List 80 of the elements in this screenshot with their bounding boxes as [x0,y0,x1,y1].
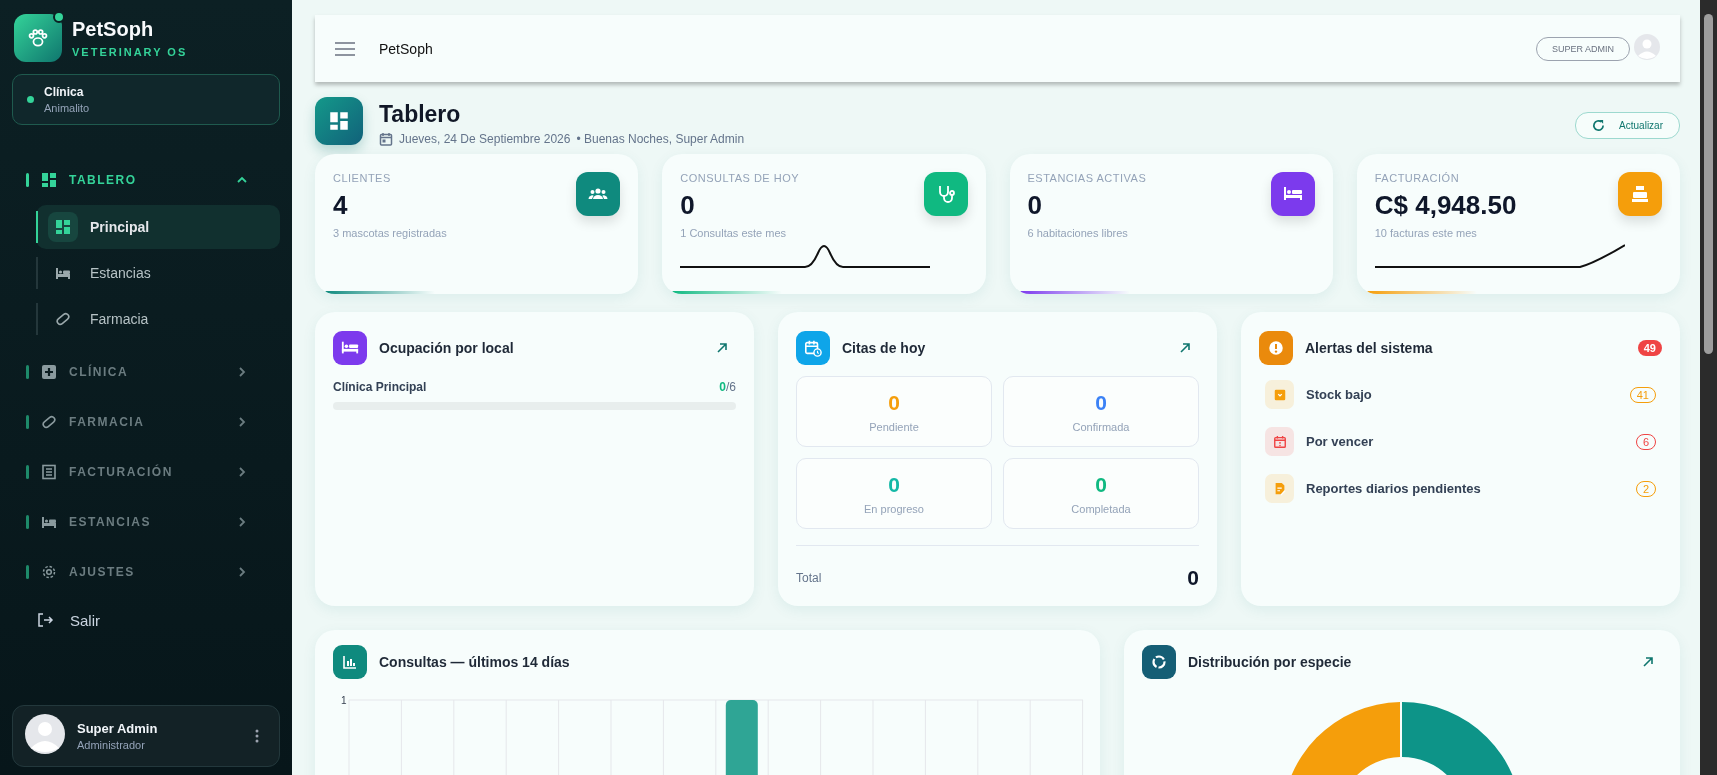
nav-item[interactable]: Farmacia [36,297,280,341]
occupancy-count: 0/6 [719,380,736,394]
alert-item[interactable]: Reportes diarios pendientes 2 [1265,474,1662,503]
stat-label: CONSULTAS DE HOY [680,172,800,184]
brand-name: PetSoph [72,18,155,41]
calendar-icon [379,132,393,146]
status-tile: 0 Pendiente [796,376,992,447]
open-link-icon[interactable] [1642,656,1654,668]
nav-group[interactable]: FARMACIA [12,397,280,447]
bed-icon [41,514,57,530]
nav-item[interactable]: Principal [36,205,280,249]
nav-group[interactable]: FACTURACIÓN [12,447,280,497]
app-title: PetSoph [379,40,433,57]
chevron-icon [236,416,248,428]
bar-chart-icon [333,645,367,679]
chevron-icon [236,466,248,478]
stat-caption: 1 Consultas este mes [680,227,788,239]
alert-item[interactable]: Stock bajo 41 [1265,380,1662,409]
nav-group[interactable]: AJUSTES [12,547,280,597]
total-value: 0 [1187,566,1199,590]
stat-value: 4 [333,190,349,221]
pill-icon [41,414,57,430]
stat-caption: 6 habitaciones libres [1027,227,1129,239]
date-text: Jueves, 24 De Septiembre 2026 [399,132,571,146]
card-title: Distribución por especie [1188,654,1353,670]
location-name: Clínica Principal [333,380,427,394]
nav-group[interactable]: CLÍNICA [12,347,280,397]
nav-group[interactable]: TABLERO [12,155,280,205]
stat-label: FACTURACIÓN [1374,172,1461,184]
chevron-icon [236,516,248,528]
alert-badge-icon [1259,331,1293,365]
card-title: Alertas del sistema [1305,340,1434,356]
more-icon[interactable] [255,729,259,743]
status-tile: 0 En progreso [796,458,992,529]
stat-value: C$ 4,948.50 [1374,190,1517,221]
medical-cross-icon [41,364,57,380]
chevron-icon [236,366,248,378]
card-title: Citas de hoy [842,340,927,356]
menu-icon[interactable] [335,41,355,56]
calendar-alert-icon [1265,427,1294,456]
refresh-button[interactable]: Actualizar [1575,112,1680,139]
open-link-icon[interactable] [1179,342,1191,354]
stat-value: 0 [680,190,696,221]
total-label: Total [796,571,822,585]
nav-item[interactable]: Estancias [36,251,280,295]
bed-icon [333,331,367,365]
dashboard-icon [41,172,57,188]
user-card[interactable]: Super Admin Administrador [12,705,280,767]
status-tile: 0 Confirmada [1003,376,1199,447]
calendar-clock-icon [796,331,830,365]
refresh-icon [1592,119,1606,132]
axis-label: 1 [341,695,347,706]
greeting-text: • Buenas Noches, Super Admin [576,132,745,146]
open-link-icon[interactable] [716,342,728,354]
count-badge: 49 [1637,340,1662,356]
box-icon [1265,380,1294,409]
alert-item[interactable]: Por vencer 6 [1265,427,1662,456]
stat-label: CLIENTES [333,172,392,184]
page-title: Tablero [379,101,462,128]
dashboard-icon [48,212,78,242]
gear-icon [41,564,57,580]
stat-value: 0 [1027,190,1043,221]
dashboard-icon [315,97,363,145]
stat-caption: 3 mascotas registradas [333,227,447,239]
scrollbar[interactable] [1700,0,1717,775]
stat-label: ESTANCIAS ACTIVAS [1027,172,1147,184]
nav-group[interactable]: ESTANCIAS [12,497,280,547]
status-tile: 0 Completada [1003,458,1199,529]
clinic-selector[interactable]: Clínica Animalito [12,74,280,125]
logout-link[interactable]: Salir [12,597,280,643]
chevron-icon [236,566,248,578]
paw-logo-icon [14,14,62,62]
brand-tagline: VETERINARY OS [72,46,188,58]
logout-icon [36,611,54,629]
receipt-icon [41,464,57,480]
stat-caption: 10 facturas este mes [1374,227,1478,239]
document-edit-icon [1265,474,1294,503]
donut-icon [1142,645,1176,679]
card-title: Ocupación por local [379,340,515,356]
card-title: Consultas — últimos 14 días [379,654,571,670]
